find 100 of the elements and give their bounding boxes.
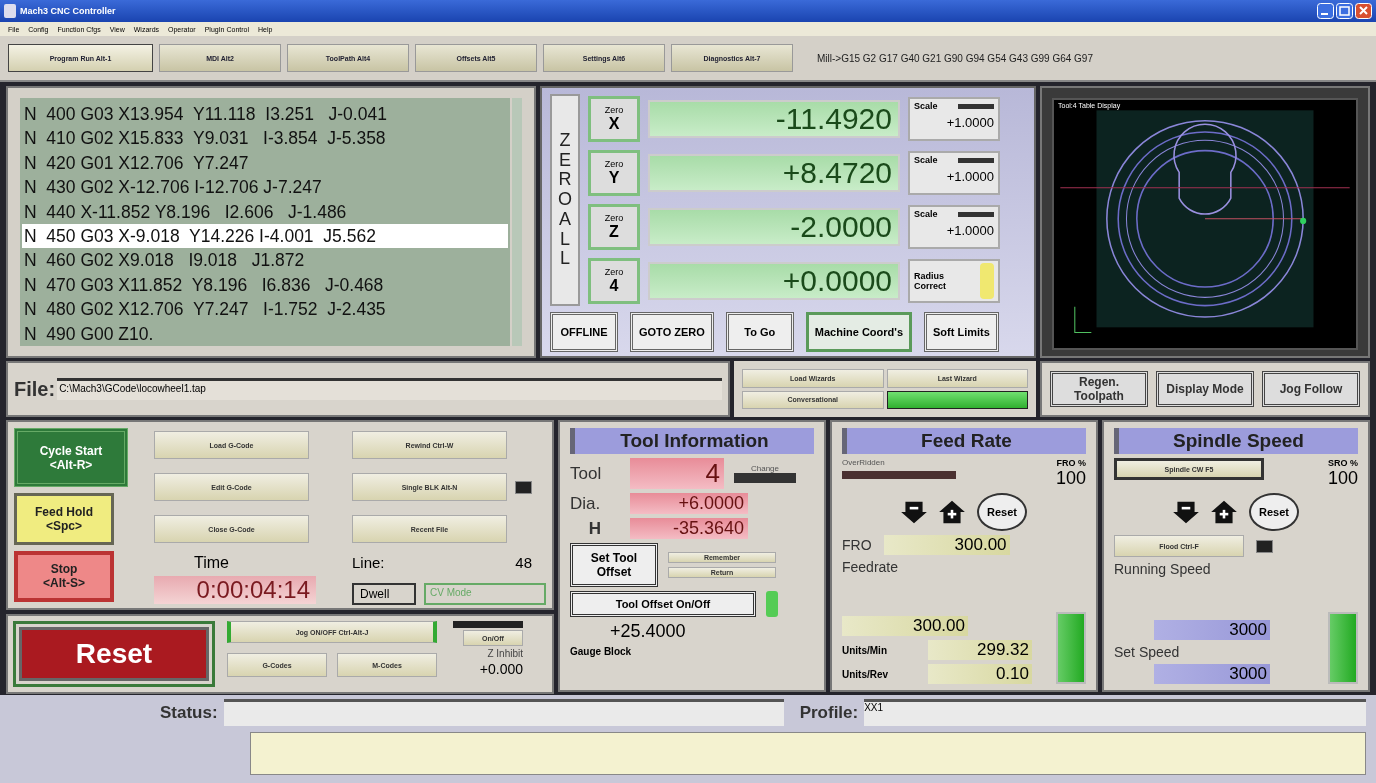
sro-percent-label: SRO % <box>1328 458 1358 468</box>
dwell-indicator: Dwell <box>352 583 416 605</box>
run-control-button[interactable]: Feed Hold <Spc> <box>14 493 114 545</box>
scale-value: +1.0000 <box>945 223 994 238</box>
modal-state-text: Mill->G15 G2 G17 G40 G21 G90 G94 G54 G43 G99 G64 G97 <box>817 52 1093 64</box>
fro-value: 300.00 <box>883 535 1010 555</box>
zero-axis-button[interactable]: Zero X <box>588 96 640 142</box>
feedrate-label: Feedrate <box>842 559 900 575</box>
view-button[interactable]: Regen. Toolpath <box>1050 371 1148 407</box>
set-speed-label: Set Speed <box>1114 644 1180 660</box>
profile-label: Profile: <box>799 702 859 723</box>
wizard-button[interactable] <box>886 390 1028 409</box>
decrease-arrow-icon[interactable] <box>1173 500 1199 524</box>
zero-axis-button[interactable]: Zero Z <box>588 204 640 250</box>
z-inhibit-led-icon <box>453 621 523 628</box>
gcode-line[interactable]: N 420 G01 X12.706 Y7.247 <box>22 150 508 176</box>
gcode-line[interactable]: N 440 X-11.852 Y8.196 I2.606 J-1.486 <box>22 199 508 225</box>
app-icon <box>4 4 16 18</box>
panel-title: Tool Information <box>570 428 814 454</box>
increase-arrow-icon[interactable] <box>1211 500 1237 524</box>
diameter-value: +6.0000 <box>630 493 748 514</box>
scale-label: Scale <box>914 101 938 111</box>
dro-mode-button[interactable]: To Go <box>725 312 794 352</box>
height-value: -35.3640 <box>630 518 748 539</box>
scale-value: +1.0000 <box>945 169 994 184</box>
units-per-min-value: 299.32 <box>928 640 1032 660</box>
units-per-min-label: Units/Min <box>842 644 888 656</box>
z-inhibit-label: Z Inhibit <box>487 648 523 659</box>
diameter-label: Dia. <box>570 493 602 514</box>
file-path-field[interactable]: C:\Mach3\GCode\locowheel1.tap <box>57 378 722 400</box>
scale-value: +1.0000 <box>945 115 994 130</box>
tool-label: Tool <box>570 463 603 484</box>
run-control-button[interactable]: Cycle Start <Alt-R> <box>14 428 128 488</box>
change-label: Change <box>751 464 779 473</box>
gcode-line[interactable]: N 490 G00 Z10. <box>22 321 508 347</box>
change-indicator <box>734 473 796 483</box>
close-button[interactable] <box>1355 3 1372 19</box>
gcode-line[interactable]: N 400 G03 X13.954 Y11.118 I3.251 J-0.041 <box>22 102 508 127</box>
axis-readout: -11.4920 <box>648 100 900 138</box>
feedrate-value: 300.00 <box>842 616 968 636</box>
time-label: Time <box>194 554 230 572</box>
zero-axis-button[interactable]: Zero Y <box>588 150 640 196</box>
height-label: H <box>587 518 603 539</box>
fro-percent-value: 100 <box>1055 468 1086 489</box>
decrease-arrow-icon[interactable] <box>901 500 927 524</box>
running-speed-label: Running Speed <box>1114 561 1212 577</box>
gcode-line[interactable]: N 460 G02 X9.018 I9.018 J1.872 <box>22 248 508 273</box>
dro-mode-button[interactable]: GOTO ZERO <box>630 312 714 352</box>
axis-readout: +8.4720 <box>648 154 900 192</box>
dro-mode-button[interactable]: Soft Limits <box>924 312 999 352</box>
panel-title: Feed Rate <box>842 428 1086 454</box>
gauge-block-label: Gauge Block <box>570 646 633 657</box>
panel-title: Spindle Speed <box>1114 428 1358 454</box>
scale-label: Scale <box>914 155 938 165</box>
window-title: Mach3 CNC Controller <box>20 6 116 16</box>
line-label: Line: <box>352 554 385 571</box>
fro-label: FRO <box>842 537 872 553</box>
status-label: Status: <box>160 702 218 723</box>
dro-mode-button[interactable]: Machine Coord's <box>805 312 912 352</box>
run-control-button[interactable]: Stop <Alt-S> <box>14 550 114 602</box>
sro-reset-button[interactable]: Reset <box>1249 493 1299 531</box>
overridden-label: OverRidden <box>842 458 886 467</box>
zero-axis-button[interactable]: Zero 4 <box>588 258 640 304</box>
reset-button[interactable]: Reset <box>19 627 209 681</box>
axis-readout: +0.0000 <box>648 262 900 300</box>
view-button[interactable]: Display Mode <box>1156 371 1254 407</box>
axis-readout: -2.0000 <box>648 208 900 246</box>
tool-offset-toggle[interactable]: Tool Offset On/Off <box>570 591 756 617</box>
units-per-rev-value: 0.10 <box>928 664 1032 684</box>
running-speed-value: 3000 <box>1154 620 1270 640</box>
sro-percent-value: 100 <box>1327 468 1358 489</box>
z-inhibit-value: +0.000 <box>479 661 523 677</box>
mdi-input-field[interactable] <box>250 732 1366 775</box>
increase-arrow-icon[interactable] <box>939 500 965 524</box>
radius-correct-button[interactable]: Radius Correct <box>908 259 1000 303</box>
tool-number: 4 <box>630 458 724 489</box>
fro-percent-label: FRO % <box>1056 458 1086 468</box>
time-readout: 0:00:04:14 <box>154 576 316 604</box>
view-button[interactable]: Jog Follow <box>1262 371 1360 407</box>
cv-mode-indicator: CV Mode <box>424 583 546 605</box>
set-speed-value: 3000 <box>1154 664 1270 684</box>
gcode-line[interactable]: N 470 G03 X11.852 Y8.196 I6.836 J-0.468 <box>22 272 508 298</box>
fro-reset-button[interactable]: Reset <box>977 493 1027 531</box>
dro-mode-button[interactable]: OFFLINE <box>550 312 618 352</box>
file-label: File: <box>14 377 56 401</box>
gauge-block-value: +25.4000 <box>610 621 687 642</box>
maximize-button[interactable] <box>1336 3 1353 19</box>
scale-led-icon <box>958 211 994 217</box>
profile-field: XX1 <box>864 699 1366 726</box>
scrollbar[interactable] <box>512 98 522 346</box>
gcode-line[interactable]: N 410 G02 X15.833 Y9.031 I-3.854 J-5.358 <box>22 126 508 151</box>
units-per-rev-label: Units/Rev <box>842 668 890 680</box>
gcode-line[interactable]: N 430 G02 X-12.706 I-12.706 J-7.247 <box>22 175 508 200</box>
zero-all-button[interactable]: ZERO ALL <box>550 94 580 306</box>
scale-led-icon <box>958 157 994 163</box>
minimize-button[interactable] <box>1317 3 1334 19</box>
gcode-line[interactable]: N 480 G02 X12.706 Y7.247 I-1.752 J-2.435 <box>22 297 508 322</box>
scale-led-icon <box>958 103 994 109</box>
set-tool-offset-button[interactable]: Set Tool Offset <box>570 543 658 587</box>
scale-label: Scale <box>914 209 938 219</box>
